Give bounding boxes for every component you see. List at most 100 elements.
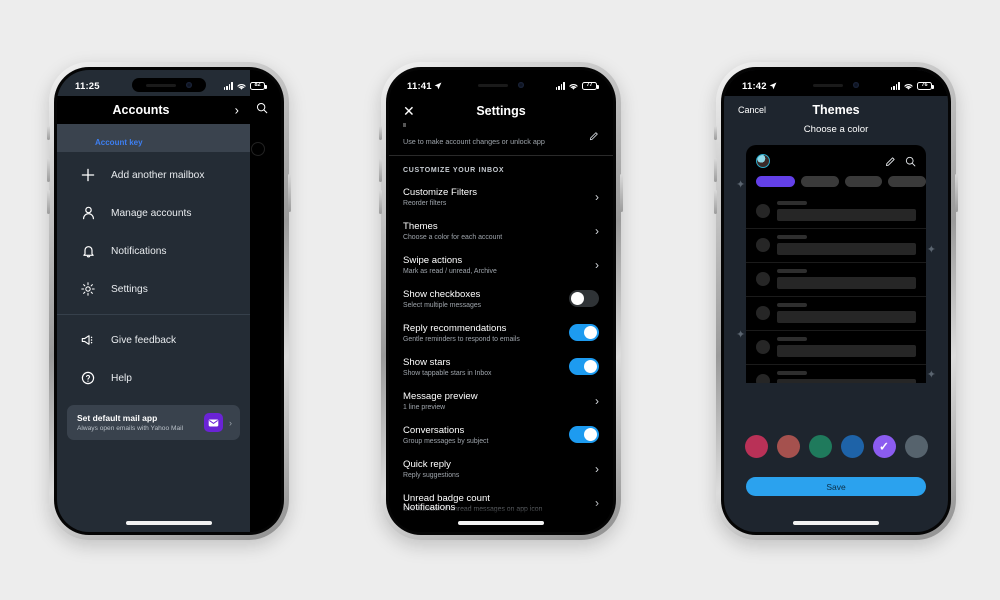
toggle-show-checkboxes[interactable]	[569, 290, 599, 307]
home-indicator[interactable]	[793, 521, 879, 525]
settings-row-customize-filters[interactable]: Customize Filters Reorder filters ›	[389, 180, 613, 214]
toggle-reply-recommendations[interactable]	[569, 324, 599, 341]
sender-avatar	[756, 306, 770, 320]
sender-avatar	[756, 204, 770, 218]
status-time: 11:41	[407, 81, 442, 92]
row-text: Conversations Group messages by subject	[403, 425, 488, 445]
wifi-icon	[904, 83, 913, 90]
color-swatch-slate[interactable]	[904, 435, 928, 458]
settings-row-show-checkboxes[interactable]: Show checkboxes Select multiple messages	[389, 282, 613, 316]
preview-message-row	[746, 263, 926, 297]
location-arrow-icon	[769, 82, 777, 90]
page-title: Accounts	[112, 103, 170, 117]
power-button[interactable]	[288, 174, 291, 212]
preview-toolbar	[746, 145, 926, 174]
card-title: Set default mail app	[77, 413, 158, 423]
volume-down-button[interactable]	[47, 190, 50, 214]
row-title: Customize Filters	[403, 186, 478, 198]
home-indicator[interactable]	[126, 521, 212, 525]
settings-row-show-stars[interactable]: Show stars Show tappable stars in Inbox	[389, 350, 613, 384]
settings-row-notifications[interactable]: Notifications	[389, 502, 613, 532]
color-swatch-green[interactable]	[808, 435, 832, 458]
section-header: CUSTOMIZE YOUR INBOX	[403, 167, 505, 174]
menu-item-settings[interactable]: Settings	[57, 270, 250, 308]
front-camera-icon	[853, 82, 859, 88]
chevron-right-icon: ›	[595, 393, 599, 408]
filter-chip	[888, 176, 926, 187]
silent-switch[interactable]	[714, 126, 717, 140]
phone-bezel: 11:25 82 Accounts › Account key Add anot…	[54, 67, 284, 535]
settings-row-quick-reply[interactable]: Quick reply Reply suggestions ›	[389, 452, 613, 486]
row-subtitle: Select multiple messages	[403, 301, 482, 309]
sparkle-icon: ✦	[926, 244, 936, 256]
volume-up-button[interactable]	[47, 158, 50, 182]
color-swatch-blue[interactable]	[840, 435, 864, 458]
power-button[interactable]	[955, 174, 958, 212]
row-text: Themes Choose a color for each account	[403, 221, 502, 241]
volume-down-button[interactable]	[379, 190, 382, 214]
battery-icon: 77	[582, 82, 599, 90]
toggle-show-stars[interactable]	[569, 358, 599, 375]
row-subtitle: Group messages by subject	[403, 437, 489, 445]
row-text: Swipe actions Mark as read / unread, Arc…	[403, 255, 497, 275]
bell-icon	[79, 244, 97, 258]
power-button[interactable]	[620, 174, 623, 212]
menu-item-manage-accounts[interactable]: Manage accounts	[57, 194, 250, 232]
volume-up-button[interactable]	[714, 158, 717, 182]
wifi-icon	[569, 83, 578, 90]
set-default-mail-app-card[interactable]: Set default mail app Always open emails …	[67, 405, 240, 440]
chevron-right-icon: ›	[595, 223, 599, 238]
settings-header: ✕ Settings	[389, 96, 613, 126]
color-swatch-brick[interactable]	[776, 435, 800, 458]
cellular-signal-icon	[555, 82, 565, 90]
cellular-signal-icon	[890, 82, 900, 90]
chevron-right-icon: ›	[595, 189, 599, 204]
silent-switch[interactable]	[379, 126, 382, 140]
screen-accounts: 11:25 82 Accounts › Account key Add anot…	[57, 70, 281, 532]
toggle-conversations[interactable]	[569, 426, 599, 443]
preview-message-row	[746, 229, 926, 263]
message-placeholder	[777, 303, 916, 323]
person-icon	[79, 206, 97, 220]
themes-subtitle: Choose a color	[803, 124, 869, 135]
settings-row-message-preview[interactable]: Message preview 1 line preview ›	[389, 384, 613, 418]
sparkle-icon: ✦	[926, 369, 936, 381]
plus-icon	[79, 168, 97, 182]
silent-switch[interactable]	[47, 126, 50, 140]
menu-item-notifications[interactable]: Notifications	[57, 232, 250, 270]
screen-settings: 11:41 77 ✕ Settings Use to make account …	[389, 70, 613, 532]
account-key-row[interactable]: Account key	[57, 124, 250, 152]
dynamic-island	[132, 78, 206, 92]
color-swatch-crimson[interactable]	[744, 435, 768, 458]
sender-avatar	[756, 272, 770, 286]
home-indicator[interactable]	[458, 521, 544, 525]
gear-icon	[79, 282, 97, 296]
row-title: Message preview	[403, 390, 478, 402]
volume-down-button[interactable]	[714, 190, 717, 214]
settings-row-themes[interactable]: Themes Choose a color for each account ›	[389, 214, 613, 248]
color-swatch-purple[interactable]	[872, 435, 896, 458]
chevron-right-icon[interactable]: ›	[235, 103, 239, 118]
settings-row-swipe-actions[interactable]: Swipe actions Mark as read / unread, Arc…	[389, 248, 613, 282]
menu-item-give-feedback[interactable]: Give feedback	[57, 321, 250, 359]
settings-row-conversations[interactable]: Conversations Group messages by subject	[389, 418, 613, 452]
message-placeholder	[777, 235, 916, 255]
preview-message-row	[746, 365, 926, 383]
account-note: Use to make account changes or unlock ap…	[403, 137, 545, 146]
volume-up-button[interactable]	[379, 158, 382, 182]
pencil-icon[interactable]	[589, 128, 599, 146]
search-icon[interactable]	[256, 101, 268, 119]
settings-row-reply-recommendations[interactable]: Reply recommendations Gentle reminders t…	[389, 316, 613, 350]
chevron-right-icon: ›	[595, 461, 599, 476]
row-text: Customize Filters Reorder filters	[403, 187, 477, 207]
menu-item-label: Settings	[111, 283, 148, 295]
menu-item-add-mailbox[interactable]: Add another mailbox	[57, 156, 250, 194]
filter-chip	[801, 176, 839, 187]
row-text: Show stars Show tappable stars in Inbox	[403, 357, 492, 377]
menu-item-help[interactable]: Help	[57, 359, 250, 397]
save-button[interactable]: Save	[746, 477, 926, 496]
account-note-row: Use to make account changes or unlock ap…	[389, 123, 613, 155]
screenshot-canvas: 11:25 82 Accounts › Account key Add anot…	[0, 0, 1000, 600]
themes-header: Cancel Themes	[724, 96, 948, 124]
earpiece-speaker	[813, 83, 843, 87]
